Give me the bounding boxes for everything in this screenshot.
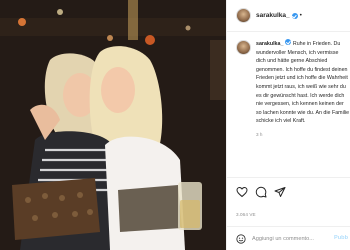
header-username[interactable]: sarakulka_: [256, 12, 290, 19]
post-header: sarakulka_ •: [227, 0, 350, 32]
caption-line: Frieden jetzt und ich hoffe die Wahrheit: [256, 75, 348, 82]
comment-input[interactable]: [252, 235, 334, 242]
comment-icon[interactable]: [255, 186, 267, 198]
avatar-icon[interactable]: [236, 8, 251, 23]
caption-username[interactable]: sarakulka_: [256, 41, 283, 47]
paper-plane-icon[interactable]: [274, 186, 286, 198]
caption-line-text: Ruhe in Frieden. Du: [292, 41, 341, 47]
heart-icon[interactable]: [236, 186, 248, 198]
caption-time-ago[interactable]: 3 h: [256, 131, 349, 140]
post-photo-image: [0, 0, 226, 250]
caption-line: wundervoller Mensch, ich vermisse: [256, 49, 339, 56]
post-side-panel: sarakulka_ • sarakulka_ Ruhe in Frieden.…: [226, 0, 350, 250]
verified-badge-icon: [291, 12, 298, 19]
post-caption: sarakulka_ Ruhe in Frieden. Du wundervol…: [236, 39, 350, 140]
post-actions: [227, 177, 350, 205]
verified-badge-icon: [285, 39, 292, 45]
caption-line: schicke ich viel Kraft.: [256, 118, 306, 125]
publish-button[interactable]: Pubb: [334, 235, 348, 241]
likes-count[interactable]: 3.064 VE: [236, 212, 256, 217]
caption-line: nie vergessen, ich kennen keinen der: [256, 101, 344, 108]
instagram-post-view: sarakulka_ • sarakulka_ Ruhe in Frieden.…: [0, 0, 350, 250]
smiley-icon[interactable]: [236, 233, 246, 244]
comment-bar: Pubb: [227, 226, 350, 250]
caption-line: es dir gewünscht hast. Ich werde dich: [256, 92, 345, 99]
avatar-icon[interactable]: [236, 40, 251, 55]
caption-line: sarakulka_ Ruhe in Frieden. Du: [256, 39, 349, 49]
caption-line: kommt jetzt raus, ich weiß wie sehr du: [256, 83, 346, 90]
caption-text: sarakulka_ Ruhe in Frieden. Du wundervol…: [256, 39, 349, 140]
caption-line: dich und hätte gerne Abschied: [256, 58, 328, 65]
post-photo[interactable]: [0, 0, 226, 250]
follow-dot: •: [299, 12, 302, 19]
caption-line: so lachen konnte wie du. An die Familie: [256, 109, 350, 116]
caption-line: genommen. Ich hoffe du findest deinen: [256, 66, 348, 73]
